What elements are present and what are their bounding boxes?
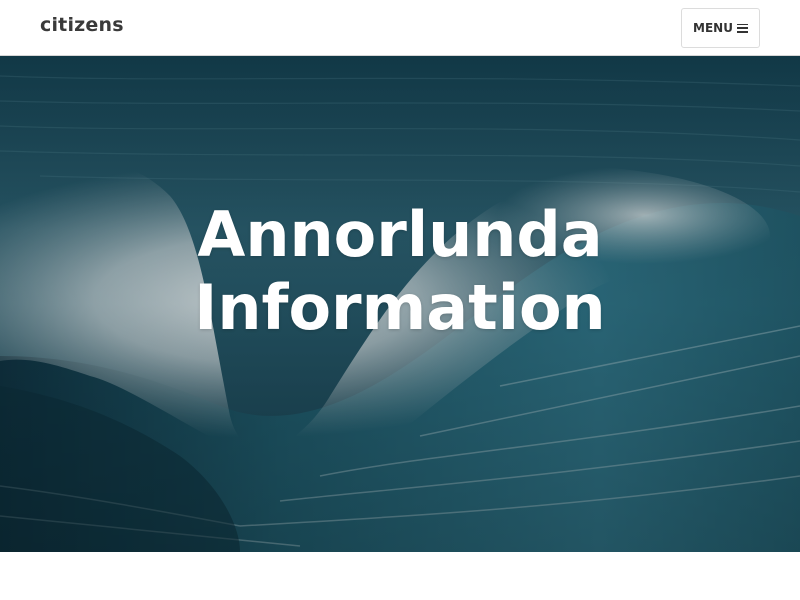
menu-button-label: MENU	[693, 21, 733, 35]
content-area	[0, 552, 800, 600]
hero-title-line-1: Annorlunda	[197, 198, 603, 271]
hero-title: Annorlunda Information	[0, 198, 800, 344]
site-header: citizens MENU	[0, 0, 800, 56]
hamburger-icon	[736, 23, 748, 33]
site-brand-link[interactable]: citizens	[40, 14, 124, 36]
hero-title-line-2: Information	[194, 271, 606, 344]
hero-section: Annorlunda Information	[0, 56, 800, 552]
menu-button[interactable]: MENU	[681, 8, 760, 48]
